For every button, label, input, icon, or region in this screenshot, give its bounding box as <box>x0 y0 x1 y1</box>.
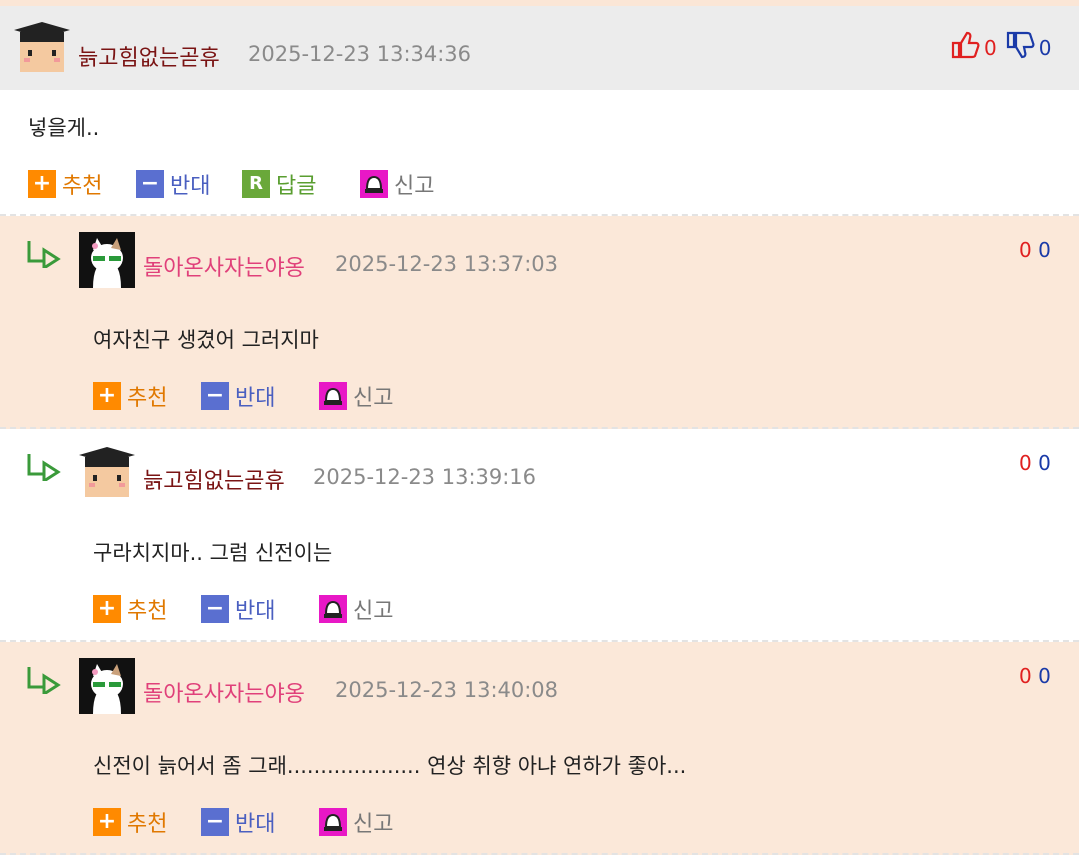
report-label: 신고 <box>353 812 394 837</box>
vote-counter: 0 0 <box>1019 451 1051 475</box>
report-button[interactable]: 신고 <box>360 168 434 200</box>
down-count[interactable]: 0 <box>1038 664 1051 688</box>
avatar-cat[interactable] <box>79 232 135 288</box>
plus-icon: + <box>93 595 121 623</box>
comment-text: 구라치지마.. 그럼 신전이는 <box>93 541 333 565</box>
comment-date: 2025-12-23 13:34:36 <box>248 42 472 66</box>
main-comment: 늙고힘없는곧휴 2025-12-23 13:34:36 0 0 넣을게.. + … <box>0 6 1079 216</box>
avatar-graduate[interactable] <box>79 445 135 501</box>
reply-r-icon: R <box>242 170 270 198</box>
comment-text: 신전이 늙어서 좀 그래.................... 연상 취향 아… <box>93 754 687 778</box>
vote-counter: 0 0 <box>950 30 1051 65</box>
siren-icon <box>360 170 388 198</box>
thumbs-down-icon[interactable] <box>1005 30 1035 65</box>
recommend-label: 추천 <box>127 386 168 411</box>
oppose-label: 반대 <box>235 812 276 837</box>
recommend-button[interactable]: + 추천 <box>93 806 167 838</box>
comment-text: 넣을게.. <box>28 116 100 140</box>
report-button[interactable]: 신고 <box>319 380 393 412</box>
plus-icon: + <box>28 170 56 198</box>
comment-date: 2025-12-23 13:37:03 <box>335 252 559 276</box>
reply-label: 답글 <box>276 174 317 199</box>
oppose-label: 반대 <box>170 174 211 199</box>
comment-body: 넣을게.. + 추천 − 반대 R 답글 신고 <box>0 90 1079 214</box>
author-name[interactable]: 돌아온사자는야옹 <box>143 676 305 708</box>
vote-counter: 0 0 <box>1019 238 1051 262</box>
minus-icon: − <box>201 595 229 623</box>
avatar-cat[interactable] <box>79 658 135 714</box>
report-label: 신고 <box>353 599 394 624</box>
recommend-label: 추천 <box>62 174 103 199</box>
down-count[interactable]: 0 <box>1038 238 1051 262</box>
author-name[interactable]: 늙고힘없는곧휴 <box>143 463 285 495</box>
siren-icon <box>319 808 347 836</box>
oppose-button[interactable]: − 반대 <box>201 380 275 412</box>
recommend-label: 추천 <box>127 812 168 837</box>
reply-comment: 돌아온사자는야옹 2025-12-23 13:37:03 0 0 여자친구 생겼… <box>0 216 1079 429</box>
minus-icon: − <box>201 808 229 836</box>
oppose-label: 반대 <box>235 599 276 624</box>
reply-arrow-icon <box>27 667 61 694</box>
comment-text: 여자친구 생겼어 그러지마 <box>93 328 319 352</box>
plus-icon: + <box>93 382 121 410</box>
reply-comment: 돌아온사자는야옹 2025-12-23 13:40:08 0 0 신전이 늙어서… <box>0 642 1079 855</box>
siren-icon <box>319 595 347 623</box>
comment-thread: 늙고힘없는곧휴 2025-12-23 13:34:36 0 0 넣을게.. + … <box>0 0 1079 868</box>
minus-icon: − <box>136 170 164 198</box>
recommend-button[interactable]: + 추천 <box>93 380 167 412</box>
recommend-label: 추천 <box>127 599 168 624</box>
oppose-label: 반대 <box>235 386 276 411</box>
reply-arrow-icon <box>27 241 61 268</box>
comment-date: 2025-12-23 13:39:16 <box>313 465 537 489</box>
vote-counter: 0 0 <box>1019 664 1051 688</box>
plus-icon: + <box>93 808 121 836</box>
reply-button[interactable]: R 답글 <box>242 168 316 200</box>
up-count: 0 <box>984 35 997 60</box>
minus-icon: − <box>201 382 229 410</box>
reply-comment: 늙고힘없는곧휴 2025-12-23 13:39:16 0 0 구라치지마.. … <box>0 429 1079 642</box>
report-button[interactable]: 신고 <box>319 593 393 625</box>
author-name[interactable]: 늙고힘없는곧휴 <box>78 40 220 72</box>
oppose-button[interactable]: − 반대 <box>201 806 275 838</box>
recommend-button[interactable]: + 추천 <box>28 168 102 200</box>
up-count[interactable]: 0 <box>1019 451 1032 475</box>
comment-date: 2025-12-23 13:40:08 <box>335 678 559 702</box>
thumbs-up-icon[interactable] <box>950 30 980 65</box>
avatar-graduate[interactable] <box>14 20 70 76</box>
report-label: 신고 <box>353 386 394 411</box>
up-count[interactable]: 0 <box>1019 664 1032 688</box>
oppose-button[interactable]: − 반대 <box>136 168 210 200</box>
report-label: 신고 <box>394 174 435 199</box>
down-count[interactable]: 0 <box>1038 451 1051 475</box>
down-count: 0 <box>1038 35 1052 60</box>
comment-header: 늙고힘없는곧휴 2025-12-23 13:34:36 0 0 <box>0 6 1079 90</box>
reply-arrow-icon <box>27 454 61 481</box>
report-button[interactable]: 신고 <box>319 806 393 838</box>
siren-icon <box>319 382 347 410</box>
oppose-button[interactable]: − 반대 <box>201 593 275 625</box>
author-name[interactable]: 돌아온사자는야옹 <box>143 250 305 282</box>
recommend-button[interactable]: + 추천 <box>93 593 167 625</box>
up-count[interactable]: 0 <box>1019 238 1032 262</box>
